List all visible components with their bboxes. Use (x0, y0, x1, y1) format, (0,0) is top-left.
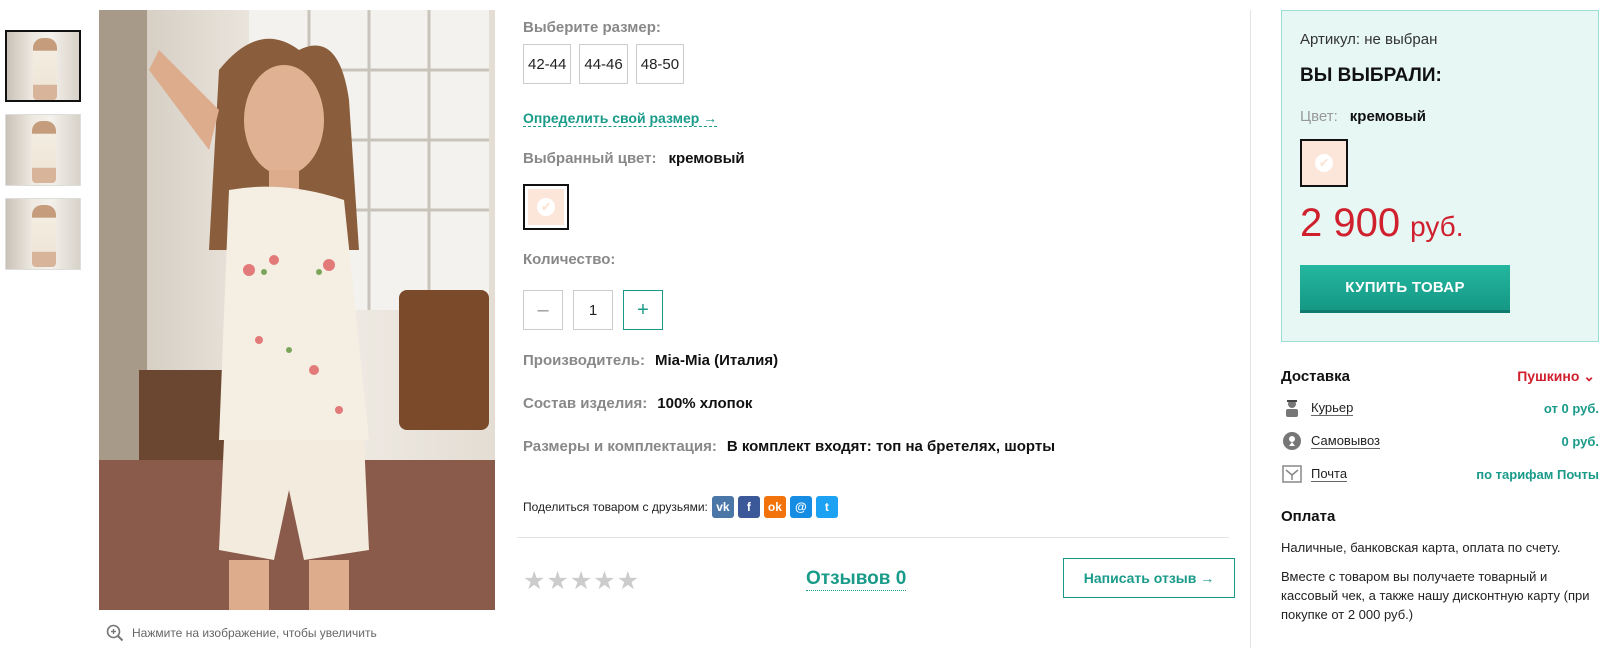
size-option-42-44[interactable]: 42-44 (523, 44, 572, 84)
facebook-share-icon[interactable]: f (737, 496, 760, 518)
payment-receipt: Вместе с товаром вы получаете товарный и… (1281, 569, 1590, 622)
thumbnail-3[interactable] (5, 198, 81, 270)
set-label: Размеры и комплектация: (523, 438, 717, 455)
divider (517, 537, 1229, 538)
courier-link[interactable]: Курьер (1311, 400, 1354, 416)
zoom-hint: Нажмите на изображение, чтобы увеличить (106, 624, 377, 642)
order-summary-box: Артикул: не выбран ВЫ ВЫБРАЛИ: Цвет: кре… (1281, 10, 1599, 342)
courier-price: от 0 руб. (1543, 400, 1599, 416)
pickup-link[interactable]: Самовывоз (1311, 433, 1380, 449)
order-color-swatch: ✔ (1300, 139, 1348, 187)
vk-share-icon[interactable]: vk (711, 496, 734, 518)
size-guide-link[interactable]: Определить свой размер → (523, 110, 718, 127)
quantity-decrease-button[interactable]: – (523, 290, 563, 330)
payment-title: Оплата (1281, 508, 1336, 525)
selected-color-row: Выбранный цвет: кремовый (523, 150, 745, 167)
city-selector[interactable]: Пушкино ⌄ (1517, 368, 1595, 385)
quantity-input[interactable] (573, 290, 613, 330)
composition-value: 100% хлопок (657, 395, 753, 412)
delivery-row-courier: Курьер от 0 руб. (1281, 397, 1599, 419)
you-chose-heading: ВЫ ВЫБРАЛИ: (1300, 65, 1442, 86)
share-block: Поделиться товаром с друзьями: vk f ok @… (523, 496, 838, 518)
write-review-button[interactable]: Написать отзыв → (1063, 558, 1235, 598)
odnoklassniki-share-icon[interactable]: ok (763, 496, 786, 518)
size-option-48-50[interactable]: 48-50 (635, 44, 685, 84)
check-icon: ✔ (1315, 154, 1333, 172)
reviews-link[interactable]: Отзывов 0 (806, 568, 907, 591)
pickup-icon (1281, 430, 1303, 452)
twitter-share-icon[interactable]: t (815, 496, 838, 518)
share-label: Поделиться товаром с друзьями: (523, 500, 708, 514)
order-color-value: кремовый (1349, 108, 1426, 125)
check-icon: ✔ (537, 198, 555, 216)
color-value: кремовый (668, 150, 745, 167)
manufacturer-label: Производитель: (523, 352, 645, 369)
zoom-icon (106, 624, 124, 642)
thumbnail-list (5, 30, 83, 282)
delivery-row-pickup: Самовывоз 0 руб. (1281, 430, 1599, 452)
pickup-price: 0 руб. (1561, 433, 1599, 449)
order-color-row: Цвет: кремовый (1300, 108, 1426, 125)
zoom-hint-text: Нажмите на изображение, чтобы увеличить (132, 626, 377, 640)
composition-label: Состав изделия: (523, 395, 648, 412)
quantity-stepper: – + (523, 290, 663, 330)
moimir-share-icon[interactable]: @ (789, 496, 812, 518)
thumbnail-1[interactable] (5, 30, 81, 102)
price-currency: руб. (1410, 211, 1464, 242)
courier-icon (1281, 397, 1303, 419)
set-row: Размеры и комплектация: В комплект входя… (523, 438, 1055, 455)
size-title: Выберите размер: (523, 19, 661, 36)
main-product-image[interactable] (99, 10, 495, 610)
delivery-row-post: Почта по тарифам Почты (1281, 463, 1599, 485)
column-separator (1250, 10, 1251, 648)
composition-row: Состав изделия: 100% хлопок (523, 395, 752, 412)
order-color-label: Цвет: (1300, 108, 1338, 125)
manufacturer-value: Mia-Mia (Италия) (654, 352, 779, 369)
rating-stars[interactable]: ★★★★★ (523, 566, 640, 596)
post-link[interactable]: Почта (1311, 466, 1348, 482)
set-value: В комплект входят: топ на бретелях, шорт… (726, 438, 1056, 455)
size-selector: 42-44 44-46 48-50 (523, 44, 685, 84)
buy-button[interactable]: КУПИТЬ ТОВАР (1300, 265, 1510, 313)
post-icon (1281, 463, 1303, 485)
price: 2 900 руб. (1300, 201, 1464, 246)
delivery-title: Доставка (1281, 368, 1350, 385)
quantity-increase-button[interactable]: + (623, 290, 663, 330)
price-value: 2 900 (1300, 201, 1401, 245)
color-label: Выбранный цвет: (523, 150, 657, 167)
size-option-44-46[interactable]: 44-46 (579, 44, 628, 84)
post-price: по тарифам Почты (1476, 466, 1599, 482)
color-swatch-cream[interactable]: ✔ (523, 184, 569, 230)
quantity-label: Количество: (523, 251, 616, 268)
article-text: Артикул: не выбран (1300, 31, 1438, 48)
payment-methods: Наличные, банковская карта, оплата по сч… (1281, 540, 1561, 555)
thumbnail-2[interactable] (5, 114, 81, 186)
manufacturer-row: Производитель: Mia-Mia (Италия) (523, 352, 778, 369)
